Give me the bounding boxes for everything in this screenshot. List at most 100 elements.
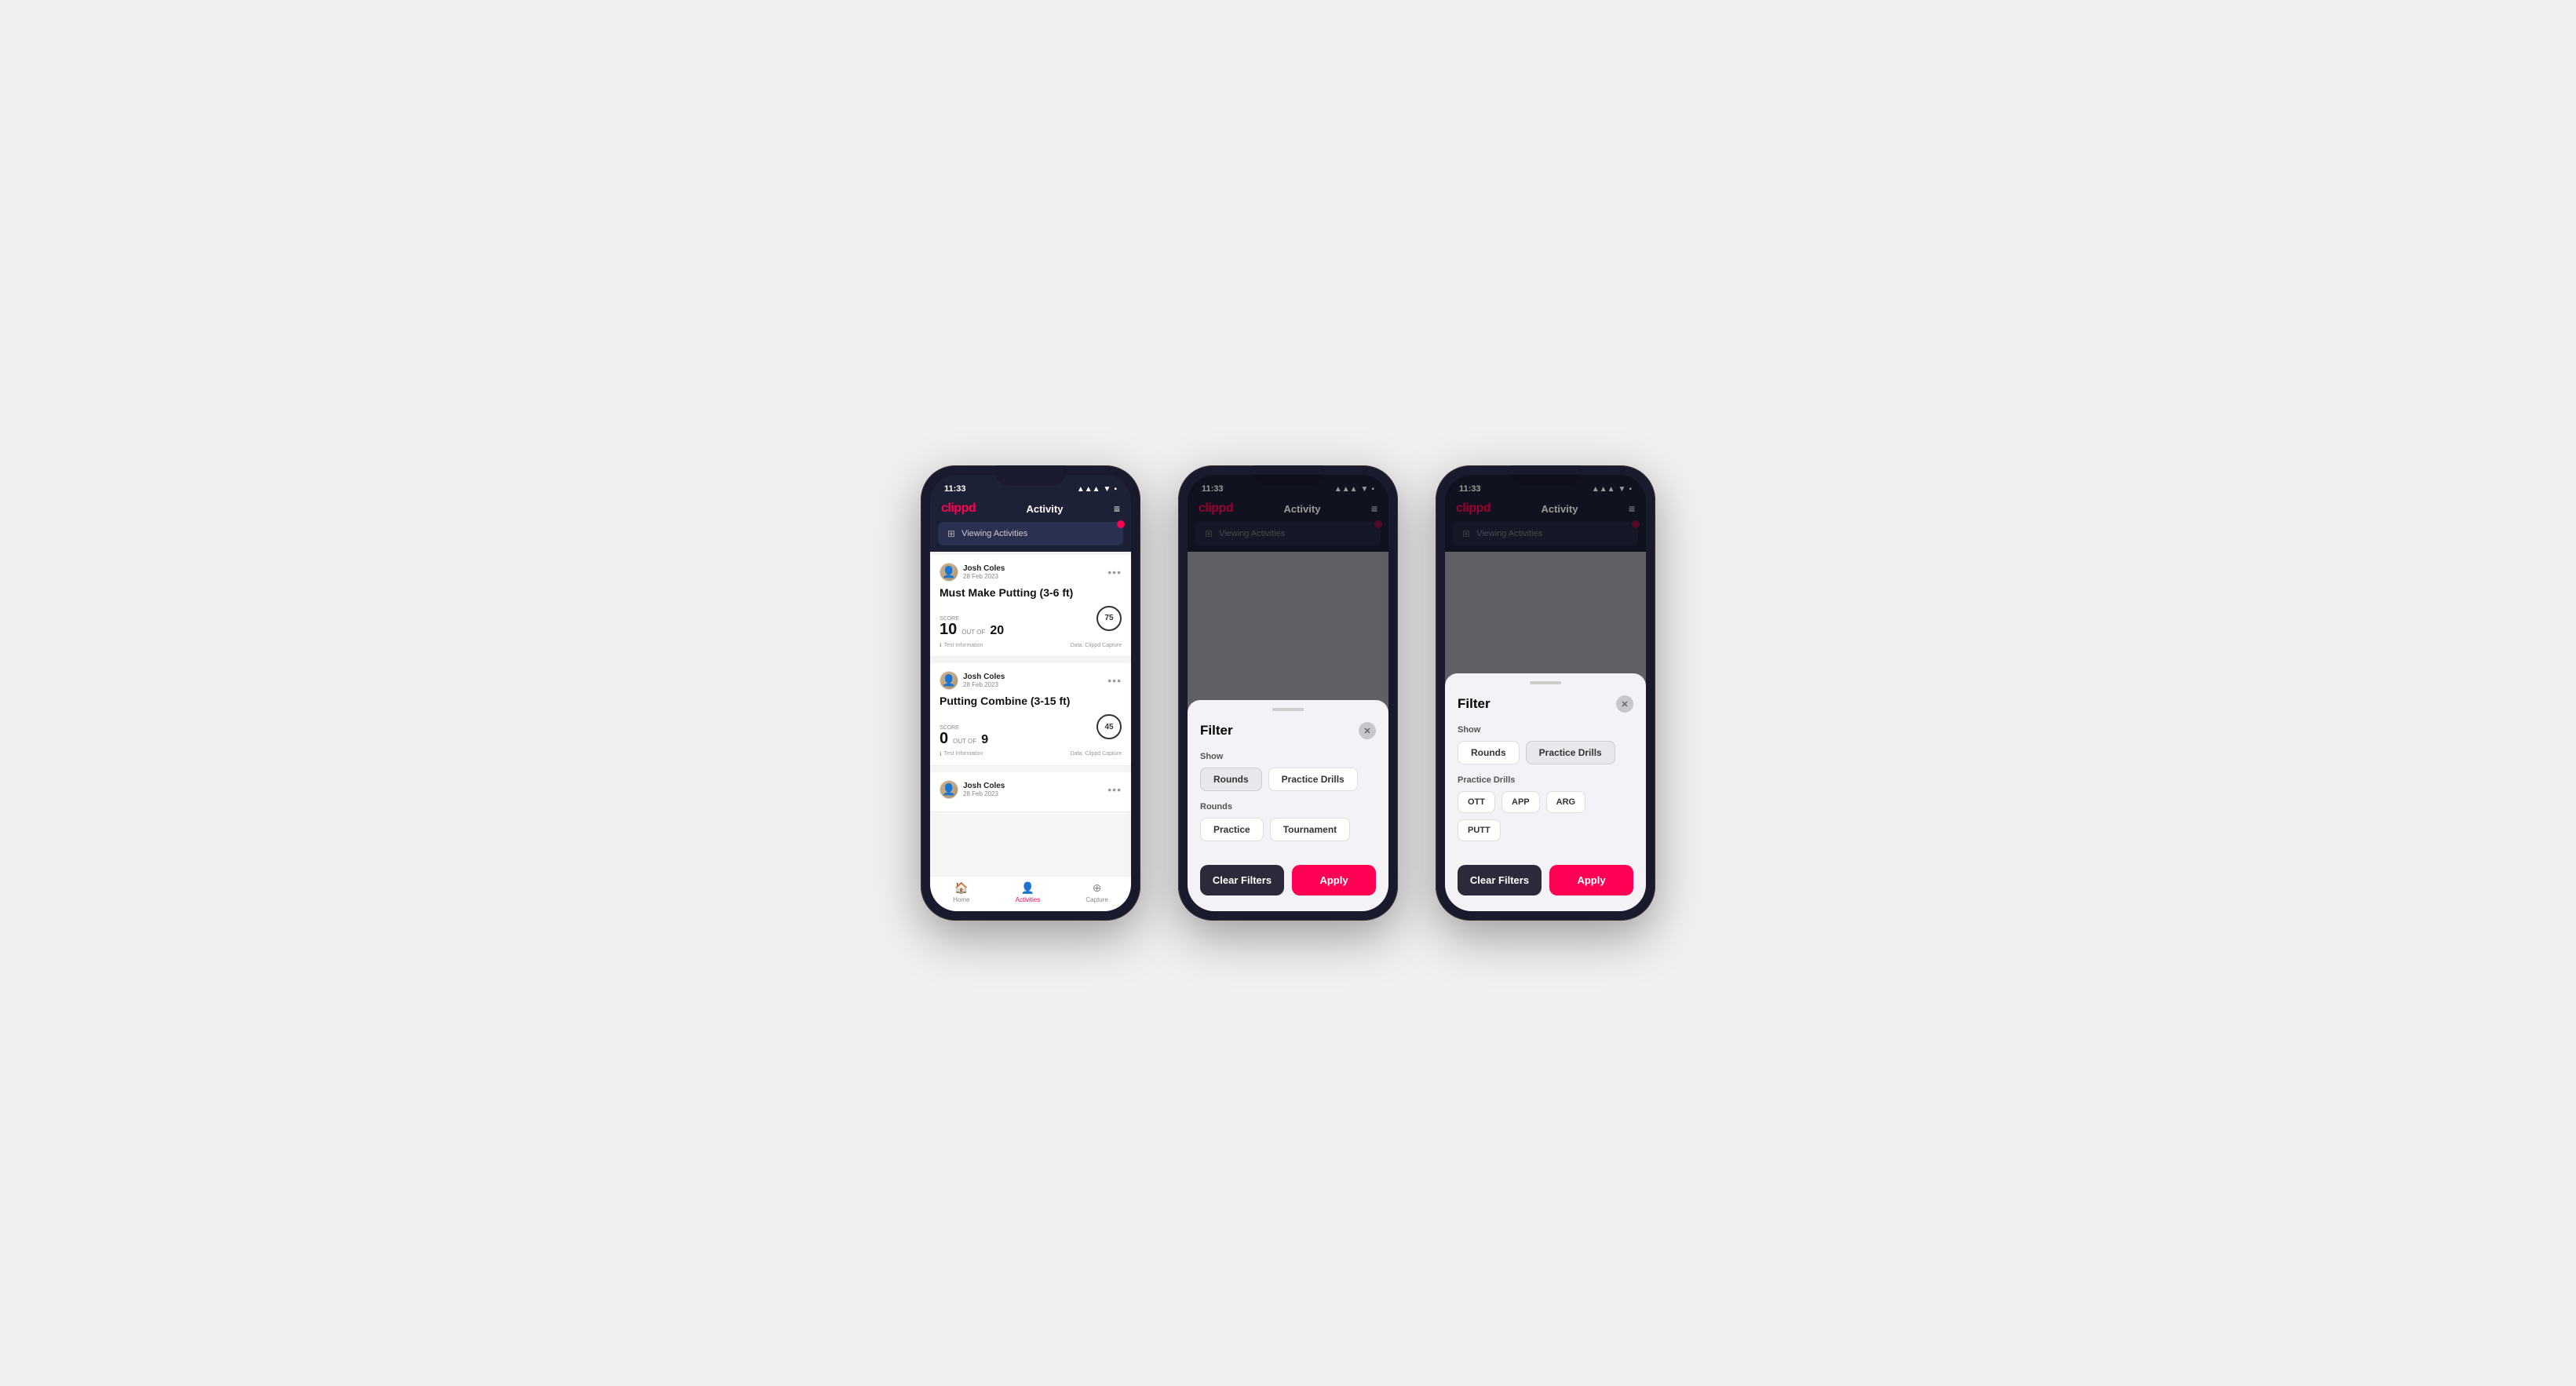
user-details-2: Josh Coles 28 Feb 2023 xyxy=(963,673,1005,688)
chip-app-3[interactable]: APP xyxy=(1501,791,1540,813)
phone-1-inner: 11:33 ▲▲▲ ▼ ▪ clippd Activity ≡ ⊞ Viewin… xyxy=(930,475,1131,911)
content-area-1: Josh Coles 28 Feb 2023 ••• Must Make Put… xyxy=(930,552,1131,911)
activities-icon-1: 👤 xyxy=(1021,881,1034,895)
modal-body-2: Show Rounds Practice Drills Rounds Pract… xyxy=(1188,752,1388,841)
data-source-1: Data: Clippd Capture xyxy=(1071,643,1122,648)
status-icons-1: ▲▲▲ ▼ ▪ xyxy=(1077,485,1117,494)
home-icon-1: 🏠 xyxy=(954,881,968,895)
card-header-1: Josh Coles 28 Feb 2023 ••• xyxy=(940,563,1122,582)
nav-home-1[interactable]: 🏠 Home xyxy=(953,881,969,903)
phone-2-inner: 11:33 ▲▲▲ ▼ ▪ clippd Activity ≡ ⊞ Viewin… xyxy=(1188,475,1388,911)
user-details-3: Josh Coles 28 Feb 2023 xyxy=(963,782,1005,797)
modal-header-3: Filter ✕ xyxy=(1445,684,1646,722)
wifi-icon-1: ▼ xyxy=(1104,485,1111,494)
logo-1: clippd xyxy=(941,502,976,516)
modal-overlay-2: Filter ✕ Show Rounds Practice Drills Rou… xyxy=(1188,475,1388,911)
chip-rounds-3[interactable]: Rounds xyxy=(1458,741,1520,764)
show-chips-2: Rounds Practice Drills xyxy=(1200,768,1376,791)
nav-capture-1[interactable]: ⊕ Capture xyxy=(1085,881,1107,903)
shot-quality-badge-2: 45 xyxy=(1096,714,1122,739)
bottom-nav-1: 🏠 Home 👤 Activities ⊕ Capture xyxy=(930,876,1131,911)
score-group-2: Score 0 OUT OF 9 xyxy=(940,725,988,746)
round-chips-2: Practice Tournament xyxy=(1200,818,1376,841)
chip-tournament-2[interactable]: Tournament xyxy=(1270,818,1350,841)
out-of-1: OUT OF xyxy=(961,629,985,636)
activity-card-1: Josh Coles 28 Feb 2023 ••• Must Make Put… xyxy=(930,555,1131,657)
phone-2: 11:33 ▲▲▲ ▼ ▪ clippd Activity ≡ ⊞ Viewin… xyxy=(1178,465,1398,921)
clear-filters-btn-3[interactable]: Clear Filters xyxy=(1458,865,1542,895)
user-details-1: Josh Coles 28 Feb 2023 xyxy=(963,564,1005,580)
signal-icon-1: ▲▲▲ xyxy=(1077,485,1100,494)
nav-home-label-1: Home xyxy=(953,896,969,903)
battery-icon-1: ▪ xyxy=(1114,485,1117,494)
chip-ott-3[interactable]: OTT xyxy=(1458,791,1495,813)
user-name-3: Josh Coles xyxy=(963,782,1005,790)
phone-3: 11:33 ▲▲▲ ▼ ▪ clippd Activity ≡ ⊞ Viewin… xyxy=(1436,465,1655,921)
user-name-2: Josh Coles xyxy=(963,673,1005,681)
more-dots-3[interactable]: ••• xyxy=(1107,783,1122,796)
viewing-bar-1[interactable]: ⊞ Viewing Activities xyxy=(938,522,1123,545)
menu-icon-1[interactable]: ≡ xyxy=(1114,502,1120,515)
card-footer-1: ℹ Test Information Data: Clippd Capture xyxy=(940,642,1122,648)
filter-icon-1: ⊞ xyxy=(947,528,955,539)
chip-arg-3[interactable]: ARG xyxy=(1546,791,1585,813)
activity-title-2: Putting Combine (3-15 ft) xyxy=(940,695,1122,708)
chip-rounds-2[interactable]: Rounds xyxy=(1200,768,1262,791)
header-title-1: Activity xyxy=(1026,503,1063,515)
user-name-1: Josh Coles xyxy=(963,564,1005,573)
status-time-1: 11:33 xyxy=(944,484,966,494)
capture-icon-1: ⊕ xyxy=(1093,881,1102,895)
show-chips-3: Rounds Practice Drills xyxy=(1458,741,1633,764)
test-info-1: ℹ Test Information xyxy=(940,642,983,648)
avatar-2 xyxy=(940,671,958,690)
activity-card-2: Josh Coles 28 Feb 2023 ••• Putting Combi… xyxy=(930,663,1131,765)
avatar-3 xyxy=(940,780,958,799)
nav-capture-label-1: Capture xyxy=(1085,896,1107,903)
modal-close-btn-3[interactable]: ✕ xyxy=(1616,695,1633,713)
show-label-3: Show xyxy=(1458,725,1633,735)
modal-overlay-3: Filter ✕ Show Rounds Practice Drills Pra… xyxy=(1445,475,1646,911)
avatar-1 xyxy=(940,563,958,582)
modal-title-2: Filter xyxy=(1200,723,1233,739)
more-dots-1[interactable]: ••• xyxy=(1107,566,1122,578)
chip-practice-drills-3[interactable]: Practice Drills xyxy=(1526,741,1615,764)
score-group-1: Score 10 OUT OF 20 xyxy=(940,616,1004,637)
clear-filters-btn-2[interactable]: Clear Filters xyxy=(1200,865,1284,895)
data-source-2: Data: Clippd Capture xyxy=(1071,751,1122,757)
activity-title-1: Must Make Putting (3-6 ft) xyxy=(940,586,1122,600)
more-dots-2[interactable]: ••• xyxy=(1107,674,1122,687)
user-info-2: Josh Coles 28 Feb 2023 xyxy=(940,671,1005,690)
drill-chips-3: OTT APP ARG PUTT xyxy=(1458,791,1633,841)
modal-close-btn-2[interactable]: ✕ xyxy=(1359,722,1376,739)
test-info-2: ℹ Test Information xyxy=(940,751,983,757)
phone-3-inner: 11:33 ▲▲▲ ▼ ▪ clippd Activity ≡ ⊞ Viewin… xyxy=(1445,475,1646,911)
chip-putt-3[interactable]: PUTT xyxy=(1458,819,1501,841)
card-header-2: Josh Coles 28 Feb 2023 ••• xyxy=(940,671,1122,690)
drills-label-3: Practice Drills xyxy=(1458,775,1633,785)
nav-activities-1[interactable]: 👤 Activities xyxy=(1016,881,1041,903)
modal-footer-3: Clear Filters Apply xyxy=(1445,852,1646,895)
user-info-1: Josh Coles 28 Feb 2023 xyxy=(940,563,1005,582)
user-date-1: 28 Feb 2023 xyxy=(963,573,1005,580)
chip-practice-drills-2[interactable]: Practice Drills xyxy=(1268,768,1358,791)
score-value-2: 0 xyxy=(940,731,948,746)
card-header-3: Josh Coles 28 Feb 2023 ••• xyxy=(940,780,1122,799)
modal-footer-2: Clear Filters Apply xyxy=(1188,852,1388,895)
info-icon-2: ℹ xyxy=(940,751,942,757)
user-date-3: 28 Feb 2023 xyxy=(963,790,1005,797)
filter-sheet-2: Filter ✕ Show Rounds Practice Drills Rou… xyxy=(1188,700,1388,911)
out-of-2: OUT OF xyxy=(953,738,976,745)
modal-body-3: Show Rounds Practice Drills Practice Dri… xyxy=(1445,725,1646,841)
scene: 11:33 ▲▲▲ ▼ ▪ clippd Activity ≡ ⊞ Viewin… xyxy=(889,418,1687,968)
show-label-2: Show xyxy=(1200,752,1376,761)
apply-btn-3[interactable]: Apply xyxy=(1549,865,1633,895)
info-icon-1: ℹ xyxy=(940,642,942,648)
stats-row-2: Score 0 OUT OF 9 45 xyxy=(940,714,1122,746)
modal-header-2: Filter ✕ xyxy=(1188,711,1388,749)
phone-1: 11:33 ▲▲▲ ▼ ▪ clippd Activity ≡ ⊞ Viewin… xyxy=(921,465,1140,921)
apply-btn-2[interactable]: Apply xyxy=(1292,865,1376,895)
chip-practice-2[interactable]: Practice xyxy=(1200,818,1264,841)
stats-row-1: Score 10 OUT OF 20 75 xyxy=(940,606,1122,638)
notch xyxy=(995,465,1066,486)
activity-card-3: Josh Coles 28 Feb 2023 ••• xyxy=(930,772,1131,812)
